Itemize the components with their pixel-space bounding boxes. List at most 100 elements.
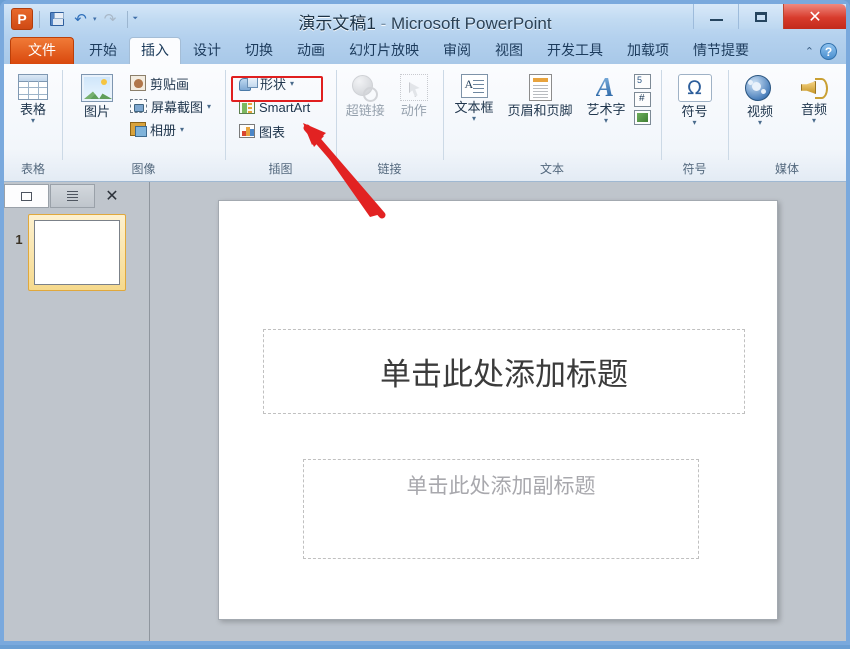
- tab-design[interactable]: 设计: [181, 37, 233, 64]
- outline-view-icon: [67, 191, 78, 201]
- text-box-icon: [461, 74, 488, 98]
- insert-photo-album-button[interactable]: 相册 ▾: [127, 118, 214, 140]
- photo-album-icon: [130, 122, 146, 136]
- ribbon-group-label-symbols: 符号: [661, 162, 728, 179]
- slides-pane: ✕ 1: [4, 182, 150, 641]
- screenshot-dropdown-caret-icon[interactable]: ▾: [207, 102, 211, 111]
- hyperlink-icon: [350, 74, 380, 101]
- tab-developer[interactable]: 开发工具: [535, 37, 615, 64]
- subtitle-placeholder-text: 单击此处添加副标题: [407, 470, 596, 500]
- thumbnail-selected-frame[interactable]: [28, 214, 126, 291]
- slide-editing-stage: 单击此处添加标题 单击此处添加副标题: [150, 182, 846, 641]
- insert-video-button[interactable]: 视频 ▾: [733, 70, 787, 126]
- insert-wordart-label: 艺术字: [586, 103, 625, 117]
- tab-transitions[interactable]: 切换: [233, 37, 285, 64]
- minimize-button[interactable]: [693, 4, 738, 29]
- ribbon-group-label-media: 媒体: [728, 162, 846, 179]
- title-bar: P ↶ ▾ ↷ ⏷ 演示文稿1 - Microsoft PowerPoint ✕: [4, 4, 846, 37]
- close-pane-icon: ✕: [105, 186, 118, 206]
- tab-slideshow[interactable]: 幻灯片放映: [337, 37, 431, 64]
- insert-header-footer-label: 页眉和页脚: [507, 104, 572, 118]
- wordart-dropdown-caret-icon[interactable]: ▾: [604, 118, 608, 124]
- video-icon: [744, 74, 776, 102]
- video-dropdown-caret-icon[interactable]: ▾: [758, 120, 762, 126]
- insert-clipart-label: 剪贴画: [150, 74, 189, 93]
- help-icon[interactable]: ?: [820, 43, 837, 60]
- tab-addins[interactable]: 加载项: [615, 37, 681, 64]
- ribbon-group-media: 视频 ▾ 音频 ▾ 媒体: [728, 67, 846, 179]
- slide-number-icon[interactable]: [634, 92, 651, 107]
- table-icon: [18, 74, 48, 100]
- insert-picture-button[interactable]: 图片: [67, 70, 127, 119]
- subtitle-placeholder[interactable]: 单击此处添加副标题: [303, 459, 699, 559]
- table-dropdown-caret-icon[interactable]: ▾: [31, 118, 35, 124]
- insert-symbol-button[interactable]: Ω 符号 ▾: [668, 70, 722, 126]
- insert-wordart-button[interactable]: 艺术字 ▾: [580, 70, 632, 124]
- insert-table-label: 表格: [20, 103, 46, 117]
- close-slides-pane-button[interactable]: ✕: [96, 184, 128, 208]
- shapes-icon: [239, 76, 256, 91]
- insert-action-label: 动作: [401, 104, 427, 118]
- insert-audio-button[interactable]: 音频 ▾: [787, 70, 841, 124]
- insert-table-button[interactable]: 表格 ▾: [9, 70, 57, 124]
- smartart-icon: [239, 100, 255, 114]
- picture-icon: [81, 74, 113, 102]
- insert-hyperlink-label: 超链接: [346, 104, 385, 118]
- screenshot-icon: [130, 99, 147, 113]
- title-separator: -: [381, 14, 387, 33]
- text-box-dropdown-caret-icon[interactable]: ▾: [472, 116, 476, 122]
- tab-storyboarding[interactable]: 情节提要: [681, 37, 761, 64]
- title-placeholder[interactable]: 单击此处添加标题: [263, 329, 745, 414]
- pane-tab-slides[interactable]: [4, 184, 49, 208]
- close-icon: ✕: [808, 7, 821, 27]
- date-time-icon[interactable]: [634, 74, 651, 89]
- thumbnail-number: 1: [10, 214, 28, 247]
- document-name: 演示文稿1: [298, 14, 375, 33]
- window-controls: ✕: [693, 4, 846, 30]
- slide-canvas[interactable]: 单击此处添加标题 单击此处添加副标题: [218, 200, 778, 620]
- tab-insert[interactable]: 插入: [129, 37, 181, 64]
- tab-file[interactable]: 文件: [10, 37, 74, 64]
- slides-view-icon: [21, 192, 32, 201]
- tab-review[interactable]: 审阅: [431, 37, 483, 64]
- symbol-dropdown-caret-icon[interactable]: ▾: [692, 120, 696, 126]
- pane-tab-outline[interactable]: [50, 184, 95, 208]
- audio-dropdown-caret-icon[interactable]: ▾: [812, 118, 816, 124]
- insert-chart-button[interactable]: 图表: [236, 120, 313, 142]
- insert-screenshot-button[interactable]: 屏幕截图 ▾: [127, 95, 214, 117]
- collapse-ribbon-icon[interactable]: ⌃: [805, 45, 814, 58]
- wordart-icon: [593, 74, 619, 100]
- insert-video-label: 视频: [747, 105, 773, 119]
- object-icon[interactable]: [634, 110, 651, 125]
- ribbon-group-illustrations: 形状 ▾ SmartArt 图表 插图: [225, 67, 336, 179]
- tab-animations[interactable]: 动画: [285, 37, 337, 64]
- thumbnail-preview: [34, 220, 120, 285]
- ribbon-group-label-illustrations: 插图: [225, 162, 336, 179]
- header-footer-icon: [529, 74, 552, 101]
- thumbnail-item[interactable]: 1: [10, 214, 141, 291]
- ribbon-group-tables: 表格 ▾ 表格: [4, 67, 62, 179]
- insert-header-footer-button[interactable]: 页眉和页脚: [502, 70, 578, 118]
- insert-chart-label: 图表: [259, 122, 285, 141]
- insert-symbol-label: 符号: [681, 105, 707, 119]
- tab-home[interactable]: 开始: [77, 37, 129, 64]
- ribbon-tab-strip-right: ⌃ ?: [805, 43, 846, 64]
- ribbon-group-label-text: 文本: [443, 162, 661, 179]
- insert-clipart-button[interactable]: 剪贴画: [127, 72, 214, 94]
- tab-view[interactable]: 视图: [483, 37, 535, 64]
- work-area: ✕ 1 单击此处添加标题 单击此处添加副标题: [4, 182, 846, 641]
- slides-pane-tabs: ✕: [4, 182, 149, 208]
- clipart-icon: [130, 75, 146, 91]
- insert-shapes-label: 形状: [260, 74, 286, 93]
- insert-text-box-button[interactable]: 文本框 ▾: [448, 70, 500, 122]
- insert-smartart-button[interactable]: SmartArt: [236, 96, 313, 118]
- shapes-dropdown-caret-icon[interactable]: ▾: [290, 79, 294, 88]
- close-button[interactable]: ✕: [783, 4, 846, 29]
- photo-album-dropdown-caret-icon[interactable]: ▾: [180, 125, 184, 134]
- powerpoint-window: P ↶ ▾ ↷ ⏷ 演示文稿1 - Microsoft PowerPoint ✕…: [0, 0, 850, 645]
- ribbon: 表格 ▾ 表格 图片 剪贴画: [4, 64, 846, 182]
- ribbon-group-text: 文本框 ▾ 页眉和页脚 艺术字 ▾ 文本: [443, 67, 661, 179]
- insert-shapes-button[interactable]: 形状 ▾: [236, 72, 313, 94]
- ribbon-group-symbols: Ω 符号 ▾ 符号: [661, 67, 728, 179]
- maximize-button[interactable]: [738, 4, 783, 29]
